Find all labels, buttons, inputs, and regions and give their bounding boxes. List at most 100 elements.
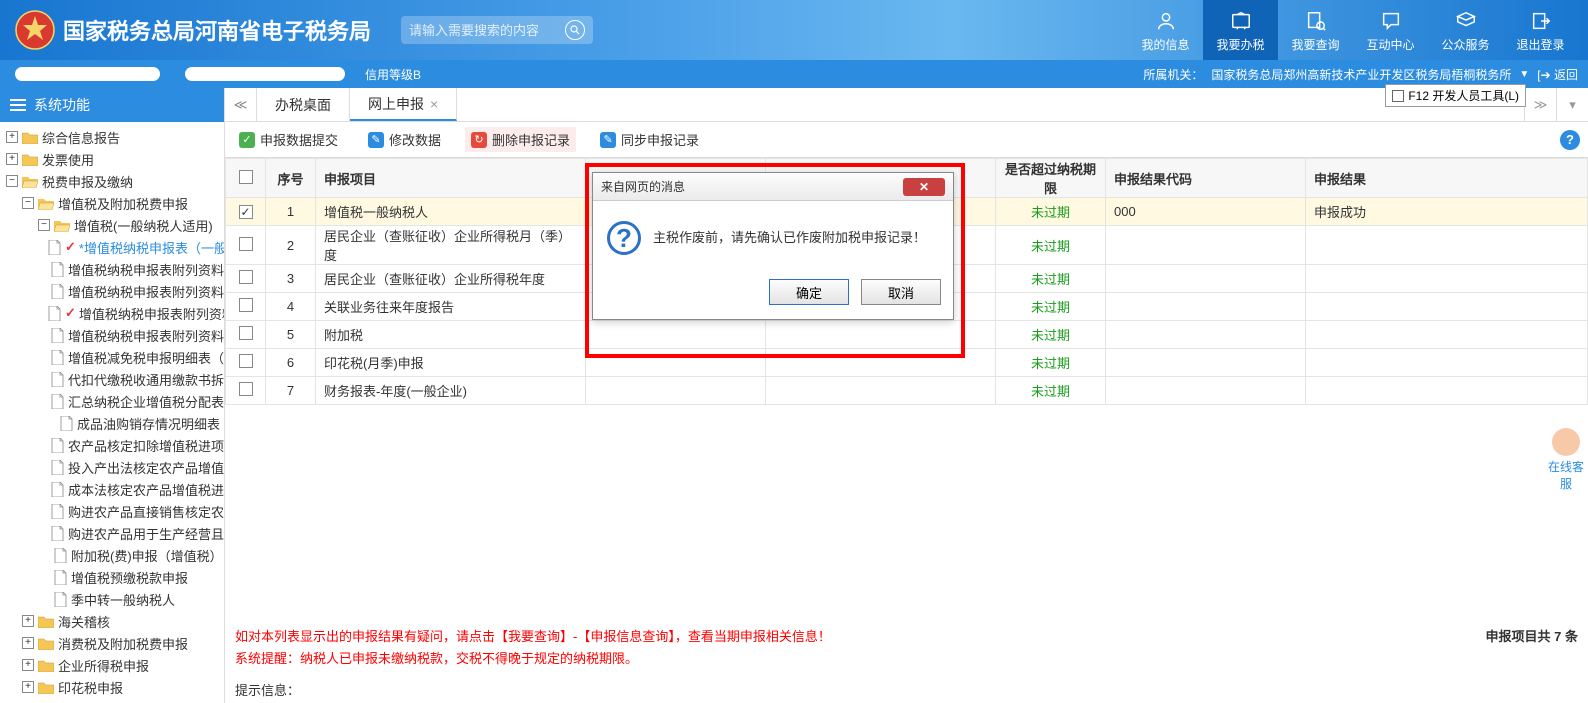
- tree-node[interactable]: 购进农产品直接销售核定农: [0, 500, 224, 522]
- tab-label: 网上申报: [368, 94, 424, 114]
- cell-start: [586, 377, 766, 405]
- close-icon[interactable]: ×: [430, 96, 438, 112]
- help-button[interactable]: ?: [1560, 130, 1580, 150]
- nav-icon: [1228, 8, 1254, 34]
- nav-我要查询[interactable]: 我要查询: [1278, 0, 1353, 60]
- tree-node[interactable]: +企业所得税申报: [0, 654, 224, 676]
- row-checkbox[interactable]: [239, 354, 253, 368]
- row-checkbox[interactable]: [239, 298, 253, 312]
- org-dropdown-icon[interactable]: ▼: [1519, 69, 1529, 80]
- tree-toggle-icon[interactable]: +: [22, 681, 34, 693]
- tree-node[interactable]: −税费申报及缴纳: [0, 170, 224, 192]
- folder-open-icon: [54, 219, 70, 232]
- cell-result: [1306, 321, 1588, 349]
- search-button[interactable]: [565, 20, 585, 40]
- tree-node-label: 增值税减免税申报明细表（: [68, 348, 224, 367]
- cell-overdue: 未过期: [996, 198, 1106, 226]
- tree-toggle-icon[interactable]: −: [6, 175, 18, 187]
- sidebar-collapse-button[interactable]: ≪: [225, 88, 257, 121]
- tree-node-label: 增值税预缴税款申报: [71, 568, 188, 587]
- nav-退出登录[interactable]: 退出登录: [1503, 0, 1578, 60]
- tree-node[interactable]: 季中转一般纳税人: [0, 588, 224, 610]
- tree-toggle-icon[interactable]: +: [22, 637, 34, 649]
- nav-我要办税[interactable]: 我要办税: [1203, 0, 1278, 60]
- row-checkbox[interactable]: [239, 237, 253, 251]
- back-link[interactable]: [➔ 返回: [1537, 66, 1578, 83]
- tree-node[interactable]: 代扣代缴税收通用缴款书拆: [0, 368, 224, 390]
- tree-node[interactable]: ✓增值税纳税申报表附列资料: [0, 302, 224, 324]
- tree-node[interactable]: + 印花税申报: [0, 676, 224, 698]
- tree-toggle-icon[interactable]: −: [38, 219, 50, 231]
- tree-toggle-icon[interactable]: +: [6, 131, 18, 143]
- tree-node[interactable]: 增值税纳税申报表附列资料: [0, 258, 224, 280]
- dialog-close-button[interactable]: ✕: [903, 178, 945, 196]
- nav-我的信息[interactable]: 我的信息: [1128, 0, 1203, 60]
- dialog-cancel-button[interactable]: 取消: [861, 279, 941, 305]
- tree-node[interactable]: 成品油购销存情况明细表: [0, 412, 224, 434]
- file-icon: [54, 548, 67, 563]
- tree-node[interactable]: 成本法核定农产品增值税进: [0, 478, 224, 500]
- row-checkbox[interactable]: [239, 382, 253, 396]
- nav-公众服务[interactable]: 公众服务: [1428, 0, 1503, 60]
- tree-toggle-icon[interactable]: +: [6, 153, 18, 165]
- toolbar-修改数据[interactable]: ✎修改数据: [362, 127, 447, 152]
- row-checkbox[interactable]: [239, 270, 253, 284]
- toolbar-删除申报记录[interactable]: ↻删除申报记录: [465, 127, 576, 152]
- tree-node-label: 增值税纳税申报表附列资料: [68, 282, 224, 301]
- tree-node[interactable]: 农产品核定扣除增值税进项: [0, 434, 224, 456]
- cell-project: 居民企业（查账征收）企业所得税月（季）度: [316, 226, 586, 265]
- nav-icon: [1378, 8, 1404, 34]
- tab-网上申报[interactable]: 网上申报 ×: [350, 88, 457, 121]
- tree-node[interactable]: 增值税纳税申报表附列资料: [0, 324, 224, 346]
- folder-icon: [22, 131, 38, 144]
- file-icon: [51, 460, 64, 475]
- tree-node[interactable]: 购进农产品用于生产经营且: [0, 522, 224, 544]
- nav-label: 退出登录: [1516, 36, 1564, 53]
- search-input[interactable]: [409, 23, 559, 38]
- tree-node[interactable]: +发票使用: [0, 148, 224, 170]
- tree-toggle-icon[interactable]: −: [22, 197, 34, 209]
- tree-node[interactable]: +消费税及附加税费申报: [0, 632, 224, 654]
- tree-node[interactable]: 投入产出法核定农产品增值: [0, 456, 224, 478]
- taxpayer-name-mask: [15, 67, 160, 81]
- tree-node[interactable]: ✓*增值税纳税申报表（一般: [0, 236, 224, 258]
- tree-toggle-icon[interactable]: +: [22, 615, 34, 627]
- cell-project: 财务报表-年度(一般企业): [316, 377, 586, 405]
- tabs-scroll-right[interactable]: ≫: [1524, 88, 1556, 121]
- tree-node[interactable]: +海关稽核: [0, 610, 224, 632]
- prompt-info: 提示信息：: [225, 676, 1588, 703]
- tree-node[interactable]: 增值税减免税申报明细表（: [0, 346, 224, 368]
- online-service-widget[interactable]: 在线客服: [1548, 428, 1584, 492]
- nav-互动中心[interactable]: 互动中心: [1353, 0, 1428, 60]
- toolbar-同步申报记录[interactable]: ✎同步申报记录: [594, 127, 705, 152]
- tree-node[interactable]: +综合信息报告: [0, 126, 224, 148]
- toolbar-申报数据提交[interactable]: ✓申报数据提交: [233, 127, 344, 152]
- tree-node[interactable]: 增值税纳税申报表附列资料: [0, 280, 224, 302]
- devtools-popup[interactable]: F12 开发人员工具(L): [1385, 84, 1526, 107]
- tree-node[interactable]: 增值税预缴税款申报: [0, 566, 224, 588]
- dialog-message: 主税作废前，请先确认已作废附加税申报记录！: [653, 221, 926, 246]
- question-icon: ?: [607, 221, 641, 255]
- tree-toggle-icon[interactable]: +: [22, 659, 34, 671]
- tree-node-label: 季中转一般纳税人: [71, 590, 175, 609]
- row-checkbox[interactable]: [239, 326, 253, 340]
- hamburger-icon: [10, 99, 26, 111]
- row-checkbox[interactable]: ✓: [239, 205, 253, 219]
- cell-no: 7: [266, 377, 316, 405]
- dialog-ok-button[interactable]: 确定: [769, 279, 849, 305]
- tab-办税桌面[interactable]: 办税桌面: [257, 88, 350, 121]
- cell-code: [1106, 293, 1306, 321]
- tree-node[interactable]: −增值税及附加税费申报: [0, 192, 224, 214]
- tree-node[interactable]: −增值税(一般纳税人适用): [0, 214, 224, 236]
- select-all-checkbox[interactable]: [239, 170, 253, 184]
- cell-no: 6: [266, 349, 316, 377]
- table-row[interactable]: 7财务报表-年度(一般企业) 未过期: [226, 377, 1588, 405]
- tree-node[interactable]: 附加税(费)申报（增值税）: [0, 544, 224, 566]
- tree-node-label: 成品油购销存情况明细表: [77, 414, 220, 433]
- tabs-menu[interactable]: ▾: [1556, 88, 1588, 121]
- cell-overdue: 未过期: [996, 377, 1106, 405]
- tree-node-label: 印花税申报: [58, 678, 123, 697]
- tree-node-label: 代扣代缴税收通用缴款书拆: [68, 370, 224, 389]
- cell-project: 增值税一般纳税人: [316, 198, 586, 226]
- tree-node[interactable]: 汇总纳税企业增值税分配表: [0, 390, 224, 412]
